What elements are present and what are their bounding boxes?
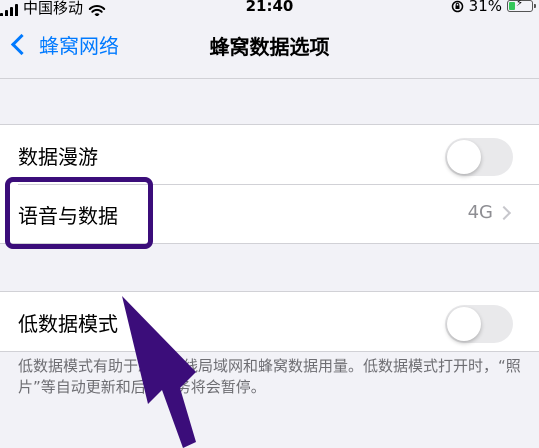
low-data-mode-footer: 低数据模式有助于减少无线局域网和蜂窝数据用量。低数据模式打开时，“照片”等自动更… [18,357,521,396]
battery-percent: 31% [468,0,502,15]
settings-group-2: 低数据模式 [0,291,539,352]
battery-level [509,2,515,10]
charging-bolt-icon: ⚡ [516,0,524,9]
low-data-mode-toggle[interactable] [445,305,513,343]
toggle-knob [447,307,481,341]
chevron-right-icon [496,205,512,221]
data-roaming-toggle[interactable] [445,138,513,176]
orientation-lock-icon [451,0,463,12]
nav-bar: 蜂窝网络 蜂窝数据选项 [0,16,539,79]
data-roaming-label: 数据漫游 [18,145,98,169]
page-title: 蜂窝数据选项 [209,35,330,59]
data-roaming-row: 数据漫游 [0,125,539,184]
settings-group: 数据漫游 语音与数据 4G [0,124,539,244]
toggle-knob [447,140,481,174]
battery-icon: ⚡ [507,0,536,12]
status-right: 31% ⚡ [451,0,536,15]
low-data-mode-row: 低数据模式 [0,292,539,351]
status-bar: 中国移动 21:40 31% ⚡ [0,0,539,18]
voice-data-value: 4G [467,202,493,223]
voice-data-label: 语音与数据 [18,204,118,228]
low-data-mode-label: 低数据模式 [18,312,118,336]
voice-data-row[interactable]: 语音与数据 4G [0,184,539,243]
